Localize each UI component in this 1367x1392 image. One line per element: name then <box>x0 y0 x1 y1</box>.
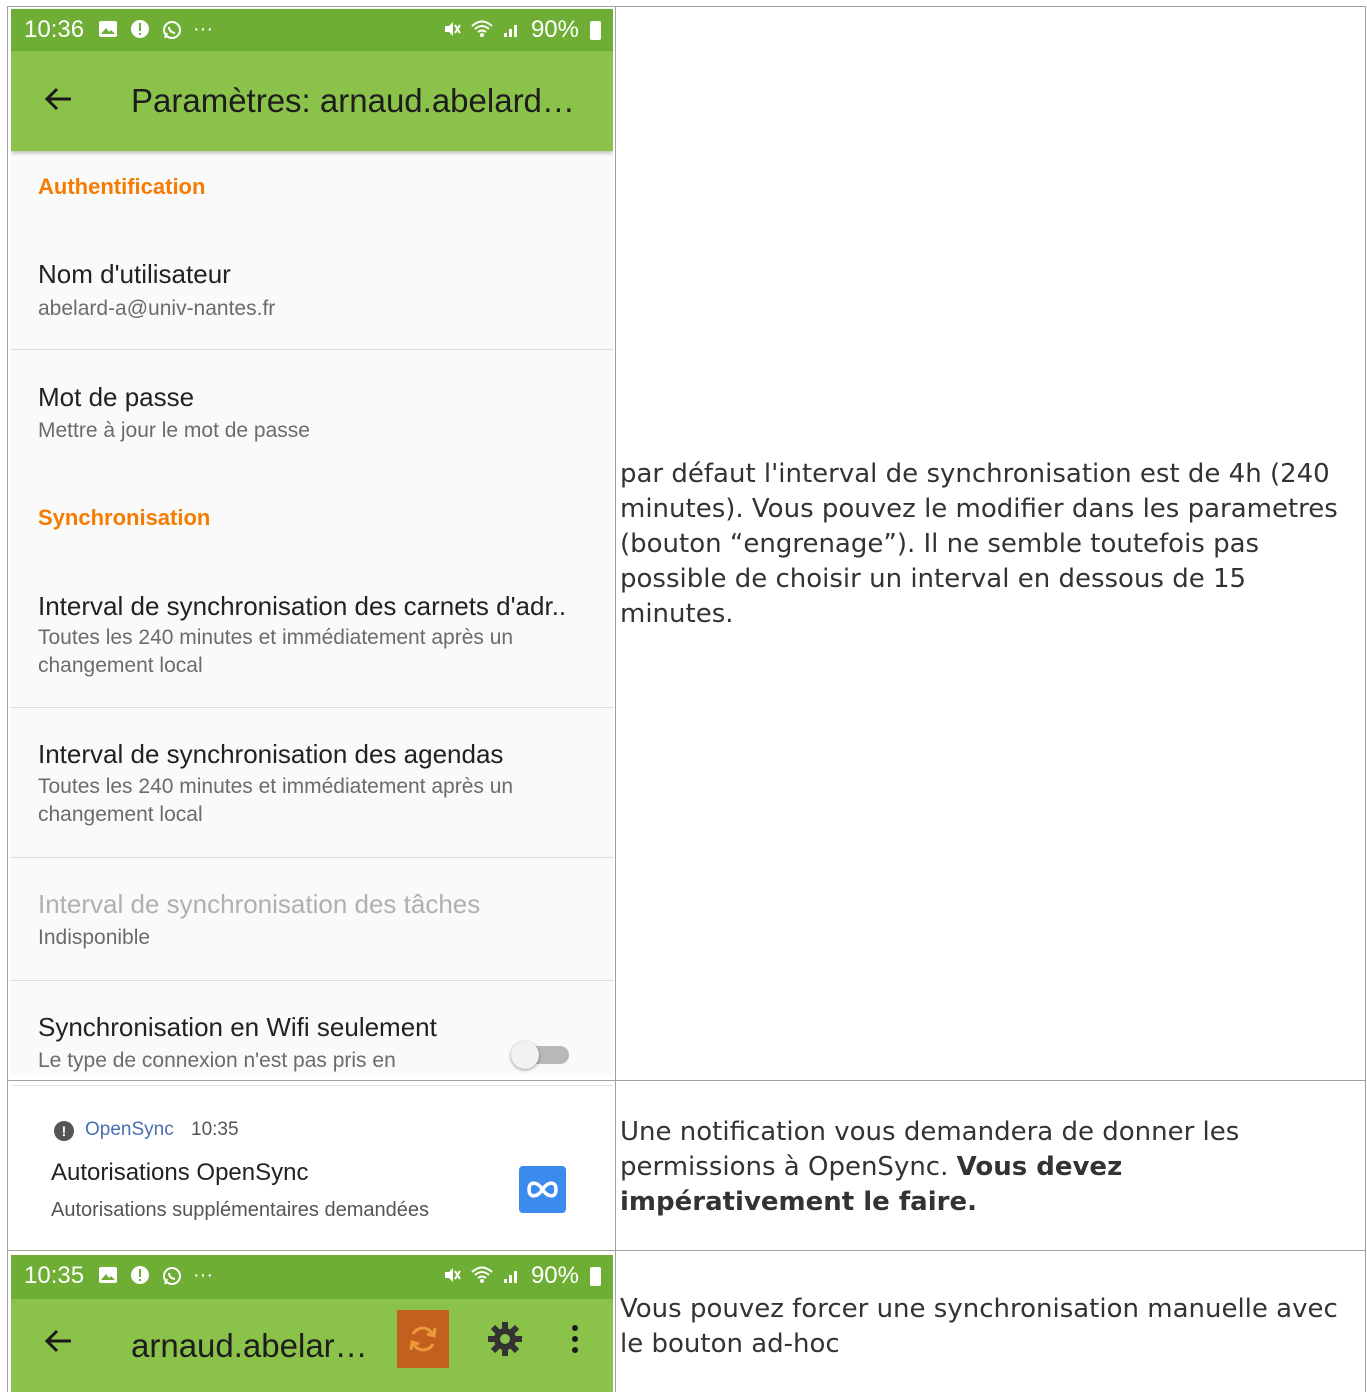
wifi-icon <box>471 19 493 41</box>
settings-screenshot: 10:36 ··· 90% Paramètres: arnaud.abelard… <box>11 9 613 1075</box>
table-border-right <box>1365 6 1366 1392</box>
battery-icon <box>590 20 601 40</box>
back-arrow-icon[interactable] <box>39 79 79 119</box>
notification-text: Autorisations supplémentaires demandées <box>51 1199 429 1221</box>
pref-summary: Indisponible <box>38 926 151 949</box>
switch-thumb <box>511 1041 539 1069</box>
section-title-synchronisation: Synchronisation <box>38 505 211 530</box>
pref-title: Interval de synchronisation des agendas <box>38 739 504 769</box>
signal-icon <box>501 19 523 41</box>
pref-title: Synchronisation en Wifi seulement <box>38 1012 437 1042</box>
back-arrow-icon[interactable] <box>39 1321 79 1361</box>
pref-password[interactable]: Mot de passe Mettre à jour le mot de pas… <box>11 350 613 460</box>
more-notifications-icon: ··· <box>193 1264 213 1286</box>
status-time: 10:36 <box>24 16 85 43</box>
pref-title: Interval de synchronisation des carnets … <box>38 591 567 621</box>
status-time: 10:35 <box>24 1262 85 1289</box>
alert-icon <box>129 19 151 41</box>
pref-title: Nom d'utilisateur <box>38 259 231 289</box>
status-bar: 10:36 ··· 90% <box>11 9 613 51</box>
sync-now-button[interactable] <box>397 1310 449 1368</box>
notification-app-name: OpenSync <box>85 1119 174 1140</box>
pref-summary: Toutes les 240 minutes et immédiatement … <box>38 775 514 826</box>
pref-summary: Mettre à jour le mot de passe <box>38 419 310 442</box>
whatsapp-icon <box>161 1265 183 1287</box>
settings-gear-icon[interactable] <box>485 1319 525 1359</box>
explanation-manual-sync: Vous pouvez forcer une synchronisation m… <box>620 1294 1338 1359</box>
pref-title: Interval de synchronisation des tâches <box>38 889 481 919</box>
table-border-top <box>7 6 1366 7</box>
pref-summary: Toutes les 240 minutes et immédiatement … <box>38 626 514 677</box>
pref-title: Mot de passe <box>38 382 195 412</box>
mute-icon <box>441 1265 463 1287</box>
table-border-left <box>7 6 8 1392</box>
wifi-only-switch[interactable] <box>511 1041 569 1069</box>
table-row-divider-1 <box>7 1080 1366 1081</box>
section-title-authentification: Authentification <box>38 174 206 199</box>
explanation-permissions-text: Une notification vous demandera de donne… <box>620 1117 1240 1182</box>
battery-icon <box>590 1266 601 1286</box>
pref-summary: abelard-a@univ-nantes.fr <box>38 297 276 320</box>
alert-icon <box>129 1265 151 1287</box>
pref-contacts-interval[interactable]: Interval de synchronisation des carnets … <box>11 569 613 707</box>
notification-title: Autorisations OpenSync <box>51 1159 309 1186</box>
pref-calendar-interval[interactable]: Interval de synchronisation des agendas … <box>11 708 613 857</box>
table-border-middle <box>615 6 616 1392</box>
explanation-permissions: Une notification vous demandera de donne… <box>620 1115 1360 1220</box>
notification-time: 10:35 <box>191 1119 239 1140</box>
more-notifications-icon: ··· <box>193 18 213 40</box>
pref-username[interactable]: Nom d'utilisateur abelard-a@univ-nantes.… <box>11 239 613 349</box>
documentation-table: 10:36 ··· 90% Paramètres: arnaud.abelard… <box>0 0 1367 1392</box>
account-screenshot: 10:35 ··· 90% arnaud.abelar… <box>11 1255 613 1392</box>
gallery-icon <box>97 1265 119 1287</box>
account-toolbar: arnaud.abelar… <box>11 1299 613 1392</box>
status-bar: 10:35 ··· 90% <box>11 1255 613 1299</box>
alert-icon: ! <box>54 1121 74 1141</box>
opensync-notification[interactable]: ! OpenSync 10:35 Autorisations OpenSync … <box>11 1085 613 1245</box>
opensync-logo-icon <box>519 1166 566 1213</box>
page-title: Paramètres: arnaud.abelard… <box>131 82 575 119</box>
pref-tasks-interval: Interval de synchronisation des tâches I… <box>11 858 613 980</box>
battery-level: 90% <box>530 16 579 43</box>
whatsapp-icon <box>161 19 183 41</box>
battery-level: 90% <box>530 1262 579 1289</box>
signal-icon <box>501 1265 523 1287</box>
app-toolbar: Paramètres: arnaud.abelard… <box>11 51 613 151</box>
account-title: arnaud.abelar… <box>131 1327 368 1364</box>
wifi-icon <box>471 1265 493 1287</box>
mute-icon <box>441 19 463 41</box>
more-options-icon[interactable] <box>561 1319 589 1359</box>
gallery-icon <box>97 19 119 41</box>
explanation-sync-interval: par défaut l'interval de synchronisation… <box>620 459 1338 629</box>
table-row-divider-2 <box>7 1250 1366 1251</box>
